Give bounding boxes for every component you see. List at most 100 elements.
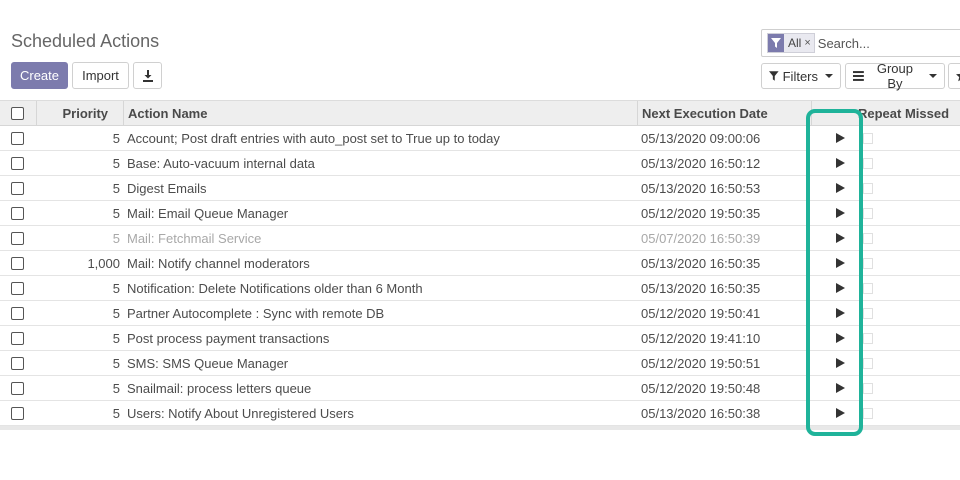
search-facet: All × [767,33,815,53]
play-icon [835,208,845,218]
run-manually-button[interactable] [833,201,847,225]
row-action-name: Base: Auto-vacuum internal data [127,155,315,171]
row-action-name: Mail: Email Queue Manager [127,205,289,221]
row-action-name: Account; Post draft entries with auto_po… [127,130,500,146]
row-checkbox[interactable] [11,407,24,420]
chevron-down-icon [929,74,937,78]
repeat-missed-checkbox [863,283,873,294]
row-checkbox[interactable] [11,182,24,195]
row-next-execution-date: 05/13/2020 16:50:38 [641,405,761,421]
filters-button[interactable]: Filters [761,63,841,89]
run-manually-button[interactable] [833,376,847,400]
column-separator [123,101,124,126]
play-icon [835,133,845,143]
repeat-missed-checkbox [863,208,873,219]
table-row[interactable]: 5 Digest Emails 05/13/2020 16:50:53 [0,176,960,201]
play-icon [835,358,845,368]
table-row[interactable]: 5 Post process payment transactions 05/12/… [0,326,960,351]
filter-icon [769,71,779,81]
play-icon [835,383,845,393]
close-icon[interactable]: × [804,37,813,49]
run-manually-button[interactable] [833,326,847,350]
run-manually-button[interactable] [833,351,847,375]
row-action-name: SMS: SMS Queue Manager [127,355,289,371]
group-by-button[interactable]: Group By [845,61,945,91]
select-all-checkbox[interactable] [11,107,24,120]
row-priority: 5 [112,155,120,171]
page-title: Scheduled Actions [11,31,160,51]
chevron-down-icon [825,74,833,78]
run-manually-button[interactable] [833,176,847,200]
row-checkbox[interactable] [11,157,24,170]
row-next-execution-date: 05/12/2020 19:50:51 [641,355,761,371]
run-manually-button[interactable] [833,401,847,425]
table-row[interactable]: 5 Notification: Delete Notifications olde… [0,276,960,301]
run-manually-button[interactable] [833,151,847,175]
row-checkbox[interactable] [11,382,24,395]
search-input[interactable] [817,35,938,51]
repeat-missed-checkbox [863,408,873,419]
row-checkbox[interactable] [11,282,24,295]
filter-icon [768,34,784,52]
repeat-missed-checkbox [863,333,873,344]
table-row[interactable]: 5 Users: Notify About Unregistered Users 0… [0,401,960,426]
table-footer [0,426,960,430]
play-icon [835,183,845,193]
row-checkbox[interactable] [11,307,24,320]
table-row[interactable]: 5 Base: Auto-vacuum internal data 05/13/20… [0,151,960,176]
row-next-execution-date: 05/13/2020 16:50:12 [641,155,761,171]
table-row[interactable]: 5 Snailmail: process letters queue 05/12/2… [0,376,960,401]
row-next-execution-date: 05/13/2020 09:00:06 [641,130,761,146]
row-action-name: Users: Notify About Unregistered Users [127,405,354,421]
row-checkbox[interactable] [11,207,24,220]
row-next-execution-date: 05/07/2020 16:50:39 [641,230,761,246]
favorites-button[interactable] [948,63,960,89]
row-checkbox[interactable] [11,257,24,270]
play-icon [835,158,845,168]
table-row[interactable]: 5 Mail: Fetchmail Service 05/07/2020 16:50… [0,226,960,251]
row-action-name: Notification: Delete Notifications older… [127,280,423,296]
table-row[interactable]: 5 SMS: SMS Queue Manager 05/12/2020 19:50:… [0,351,960,376]
run-manually-button[interactable] [833,126,847,150]
row-action-name: Partner Autocomplete : Sync with remote … [127,305,385,321]
column-separator [637,101,638,126]
table-row[interactable]: 5 Mail: Email Queue Manager 05/12/2020 19:… [0,201,960,226]
play-icon [835,283,845,293]
repeat-missed-checkbox [863,258,873,269]
row-next-execution-date: 05/12/2020 19:50:48 [641,380,761,396]
search-bar: All × [761,29,960,57]
facet-label: All [788,36,802,50]
row-next-execution-date: 05/13/2020 16:50:35 [641,280,761,296]
table-row[interactable]: 1,000 Mail: Notify channel moderators 05/1… [0,251,960,276]
column-repeat-missed[interactable]: Repeat Missed [858,101,949,126]
row-checkbox[interactable] [11,332,24,345]
download-button[interactable] [133,62,162,89]
download-icon [142,69,153,82]
row-checkbox[interactable] [11,357,24,370]
row-next-execution-date: 05/12/2020 19:50:41 [641,305,761,321]
row-priority: 5 [112,355,120,371]
repeat-missed-checkbox [863,158,873,169]
play-icon [835,333,845,343]
run-manually-button[interactable] [833,301,847,325]
repeat-missed-checkbox [863,133,873,144]
create-button[interactable]: Create [11,62,68,89]
import-button[interactable]: Import [72,62,129,89]
column-next-execution-date[interactable]: Next Execution Date [642,101,768,126]
column-priority[interactable]: Priority [40,101,108,126]
table-row[interactable]: 5 Account; Post draft entries with auto_p… [0,126,960,151]
repeat-missed-checkbox [863,308,873,319]
run-manually-button[interactable] [833,251,847,275]
row-checkbox[interactable] [11,132,24,145]
row-priority: 5 [112,305,120,321]
table-row[interactable]: 5 Partner Autocomplete : Sync with remote… [0,301,960,326]
row-priority: 1,000 [87,255,120,271]
column-separator [36,101,37,126]
row-checkbox[interactable] [11,232,24,245]
row-priority: 5 [112,380,120,396]
run-manually-button[interactable] [833,226,847,250]
row-action-name: Snailmail: process letters queue [127,380,312,396]
run-manually-button[interactable] [833,276,847,300]
column-action-name[interactable]: Action Name [128,101,207,126]
table-header: Priority Action Name Next Execution Date… [0,100,960,126]
